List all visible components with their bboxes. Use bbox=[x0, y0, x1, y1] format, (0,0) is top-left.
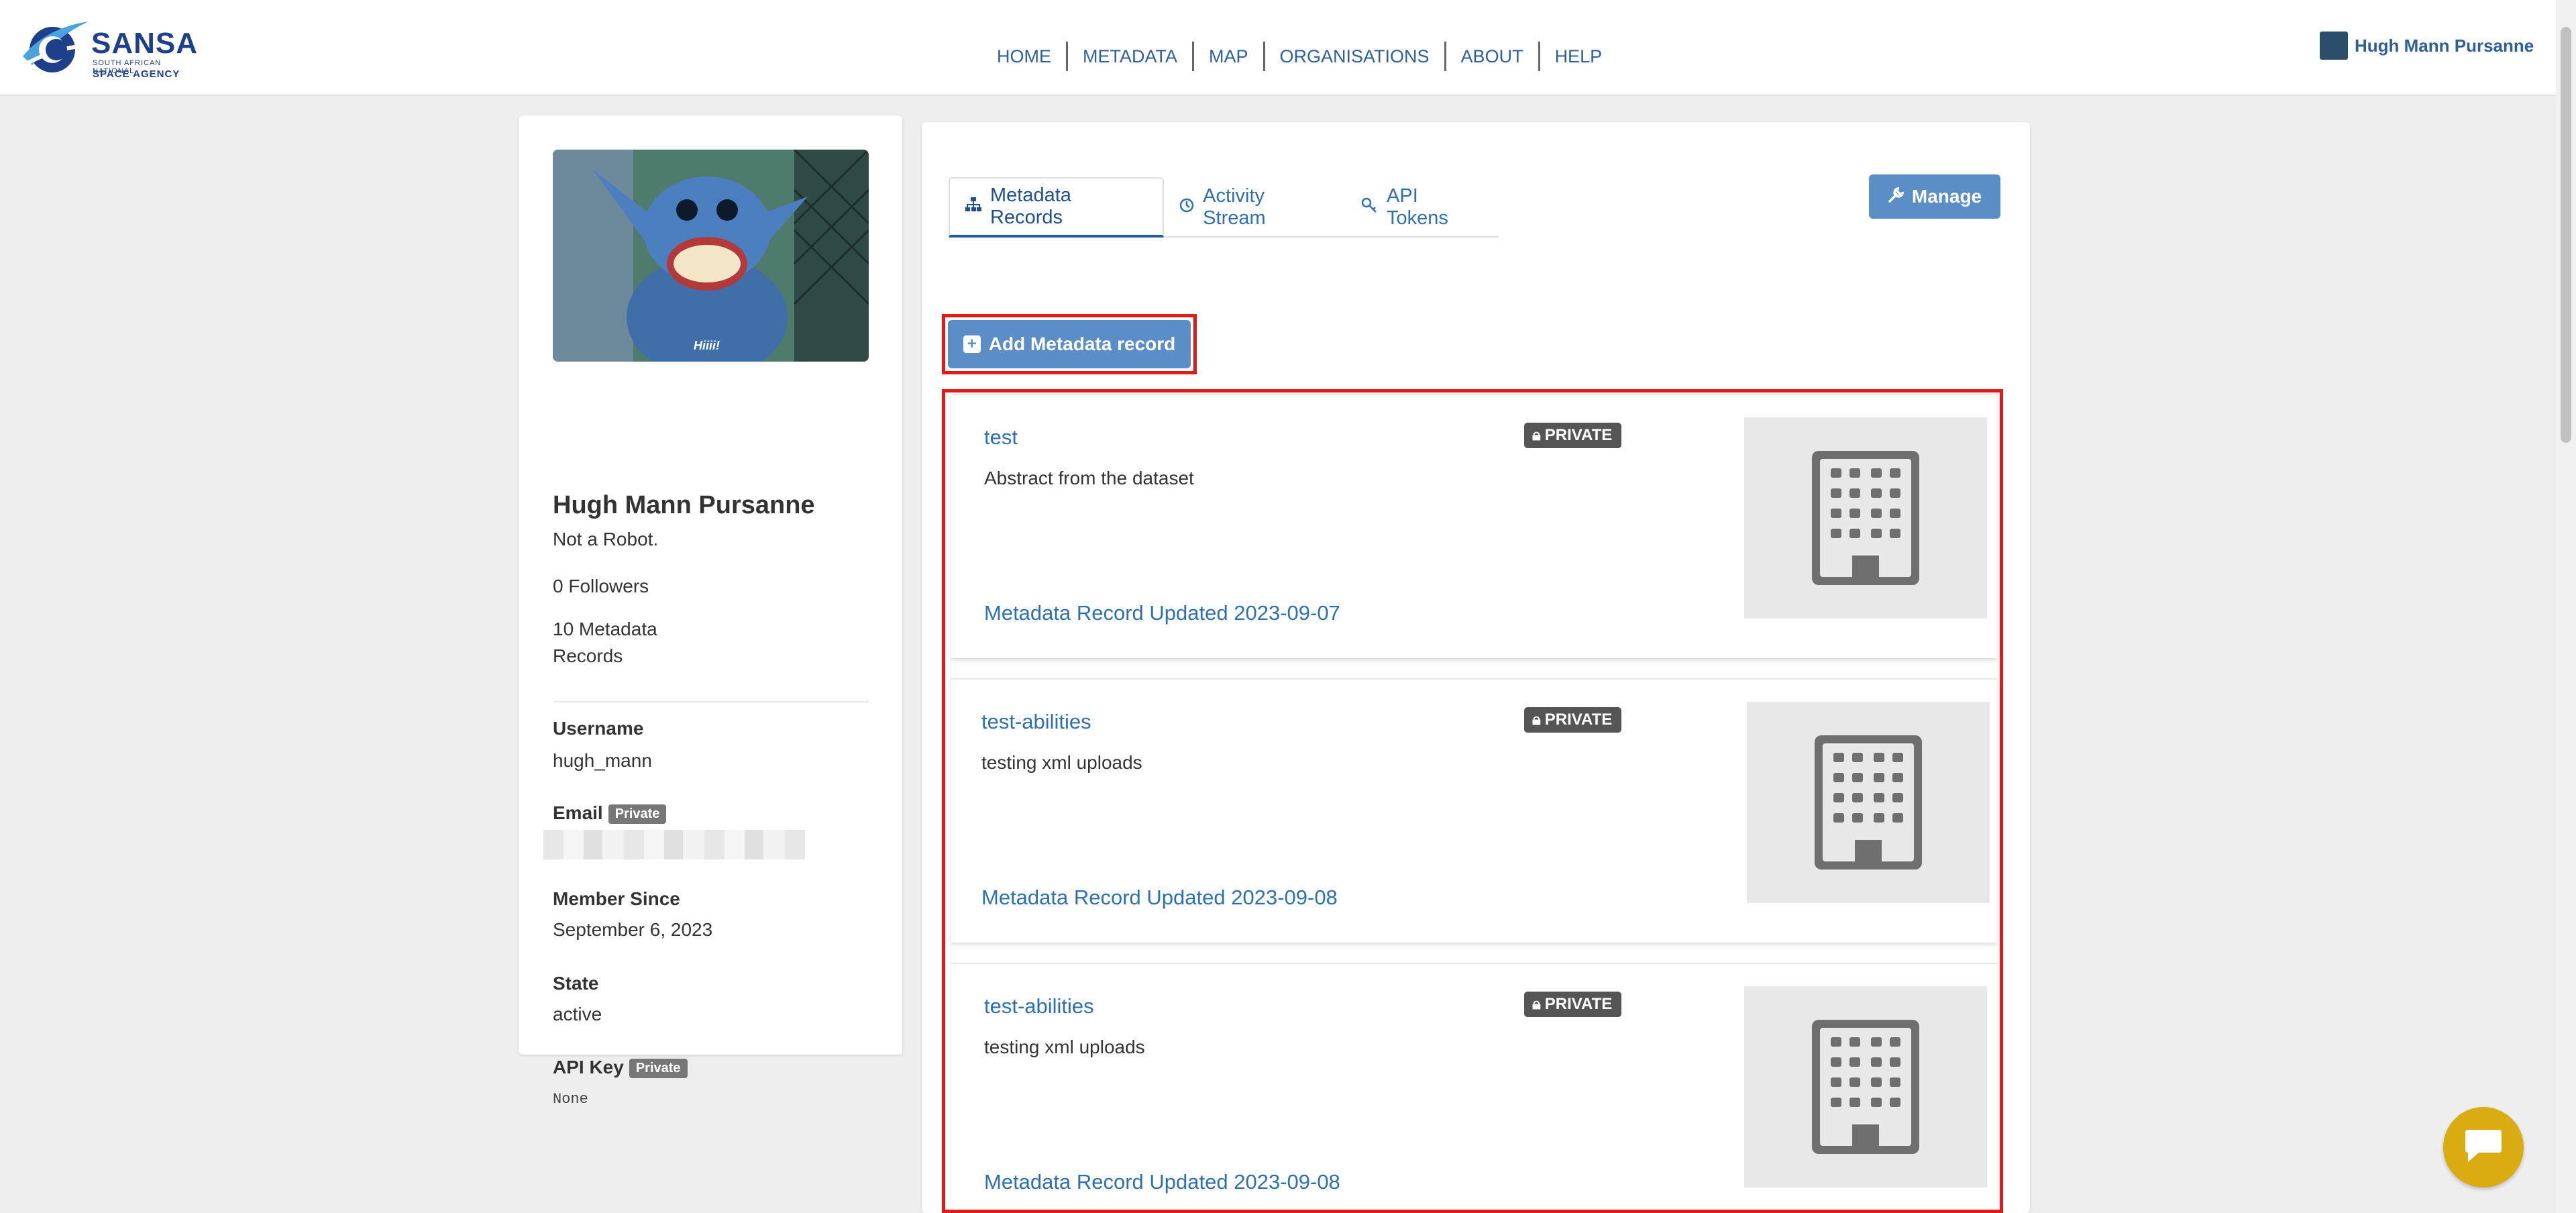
brand-name: SANSA bbox=[91, 27, 199, 60]
user-menu-link[interactable]: Hugh Mann Pursanne bbox=[2320, 31, 2534, 60]
building-icon bbox=[1815, 735, 1922, 869]
nav-organisations[interactable]: ORGANISATIONS bbox=[1263, 42, 1444, 71]
wrench-icon bbox=[1888, 186, 1905, 208]
private-badge-label: PRIVATE bbox=[1544, 426, 1613, 444]
clock-icon bbox=[1179, 197, 1195, 218]
record-updated[interactable]: Metadata Record Updated 2023-09-08 bbox=[981, 886, 1338, 910]
private-badge: 🔒︎ PRIVATE bbox=[1524, 707, 1622, 733]
main-nav: HOME METADATA MAP ORGANISATIONS ABOUT HE… bbox=[982, 42, 1617, 71]
brand-tagline: SPACE AGENCY bbox=[93, 68, 180, 80]
nav-metadata[interactable]: METADATA bbox=[1066, 42, 1192, 71]
sansa-logo[interactable]: SANSA SOUTH AFRICAN NATIONAL SPACE AGENC… bbox=[19, 15, 197, 82]
tab-activity-stream[interactable]: Activity Stream bbox=[1164, 177, 1346, 238]
tab-metadata-records-label: Metadata Records bbox=[990, 184, 1071, 228]
nav-map[interactable]: MAP bbox=[1192, 42, 1263, 71]
api-key-private-badge: Private bbox=[629, 1059, 688, 1079]
nav-help[interactable]: HELP bbox=[1538, 42, 1617, 71]
email-value-redacted bbox=[543, 830, 805, 859]
record-notes: testing xml uploads bbox=[984, 1037, 1145, 1057]
record-notes: Abstract from the dataset bbox=[984, 468, 1194, 488]
chat-bubble-icon bbox=[2465, 1130, 2502, 1162]
tab-metadata-records[interactable]: Metadata Records bbox=[949, 177, 1165, 238]
record-title-link[interactable]: test bbox=[984, 425, 1018, 450]
user-display-name: Hugh Mann Pursanne bbox=[2355, 35, 2534, 56]
list-item: test Abstract from the dataset 🔒︎ PRIVATE… bbox=[951, 394, 1997, 658]
nav-about[interactable]: ABOUT bbox=[1444, 42, 1538, 71]
list-item: test-abilities testing xml uploads 🔒︎ PRI… bbox=[951, 963, 1997, 1208]
private-badge: 🔒︎ PRIVATE bbox=[1524, 992, 1622, 1017]
tab-api-tokens[interactable]: API Tokens bbox=[1346, 177, 1499, 238]
lock-icon: 🔒︎ bbox=[1532, 995, 1541, 1013]
record-notes: testing xml uploads bbox=[981, 752, 1142, 773]
email-label-row: Email Private bbox=[553, 802, 667, 825]
username-label: Username bbox=[553, 718, 644, 739]
state-value: active bbox=[553, 1004, 602, 1024]
manage-button[interactable]: Manage bbox=[1869, 174, 2000, 219]
tab-api-tokens-label: API Tokens bbox=[1387, 185, 1448, 229]
building-icon bbox=[1812, 451, 1919, 585]
organization-thumbnail[interactable] bbox=[1744, 986, 1987, 1188]
sitemap-icon bbox=[965, 197, 982, 217]
profile-followers: 0 Followers bbox=[553, 576, 649, 596]
profile-name: Hugh Mann Pursanne bbox=[553, 491, 815, 519]
record-updated[interactable]: Metadata Record Updated 2023-09-07 bbox=[984, 601, 1340, 625]
plus-square-icon: + bbox=[963, 335, 981, 353]
organization-thumbnail[interactable] bbox=[1744, 417, 1987, 619]
profile-sidebar: Hiiii! Hugh Mann Pursanne Not a Robot. 0… bbox=[519, 115, 902, 1108]
member-since-value: September 6, 2023 bbox=[553, 919, 713, 940]
email-label: Email bbox=[553, 802, 603, 823]
username-value: hugh_mann bbox=[553, 750, 652, 771]
chat-widget-button[interactable] bbox=[2443, 1107, 2524, 1188]
page-scrollbar[interactable] bbox=[2556, 0, 2576, 1213]
main-content: Metadata Records Activity Stream API Tok… bbox=[922, 122, 2030, 1213]
add-metadata-record-button[interactable]: + Add Metadata record bbox=[948, 320, 1191, 368]
lock-icon: 🔒︎ bbox=[1532, 710, 1541, 729]
profile-image-caption: Hiiii! bbox=[694, 339, 720, 352]
nav-home[interactable]: HOME bbox=[982, 42, 1066, 71]
sansa-swoosh-icon bbox=[19, 21, 89, 72]
site-header: SANSA SOUTH AFRICAN NATIONAL SPACE AGENC… bbox=[0, 0, 2556, 96]
records-list-highlight: test Abstract from the dataset 🔒︎ PRIVATE… bbox=[942, 389, 2003, 1213]
email-private-badge: Private bbox=[608, 804, 667, 825]
private-badge: 🔒︎ PRIVATE bbox=[1524, 423, 1622, 448]
sidebar-divider bbox=[553, 701, 869, 702]
record-title-link[interactable]: test-abilities bbox=[984, 994, 1094, 1018]
organization-thumbnail[interactable] bbox=[1747, 702, 1990, 903]
state-label: State bbox=[553, 973, 599, 994]
building-icon bbox=[1812, 1020, 1919, 1154]
profile-tabs: Metadata Records Activity Stream API Tok… bbox=[949, 177, 1499, 238]
manage-button-label: Manage bbox=[1911, 186, 1982, 207]
api-key-value: None bbox=[553, 1091, 588, 1108]
user-avatar bbox=[2320, 32, 2348, 60]
scrollbar-thumb[interactable] bbox=[2561, 27, 2571, 443]
profile-image: Hiiii! bbox=[553, 150, 869, 362]
profile-about: Not a Robot. bbox=[553, 529, 659, 549]
list-item: test-abilities testing xml uploads 🔒︎ PRI… bbox=[951, 678, 1997, 943]
record-title-link[interactable]: test-abilities bbox=[981, 710, 1091, 734]
add-metadata-record-label: Add Metadata record bbox=[988, 333, 1176, 354]
profile-record-count: 10 Metadata Records bbox=[553, 619, 657, 666]
add-record-highlight: + Add Metadata record bbox=[942, 314, 1197, 374]
api-key-label-row: API Key Private bbox=[553, 1057, 688, 1079]
key-icon bbox=[1361, 197, 1379, 218]
private-badge-label: PRIVATE bbox=[1544, 710, 1613, 729]
lock-icon: 🔒︎ bbox=[1532, 426, 1541, 444]
record-updated[interactable]: Metadata Record Updated 2023-09-08 bbox=[984, 1170, 1340, 1194]
tab-activity-stream-label: Activity Stream bbox=[1203, 185, 1266, 229]
api-key-label: API Key bbox=[553, 1057, 624, 1077]
private-badge-label: PRIVATE bbox=[1544, 995, 1613, 1013]
member-since-label: Member Since bbox=[553, 888, 680, 909]
